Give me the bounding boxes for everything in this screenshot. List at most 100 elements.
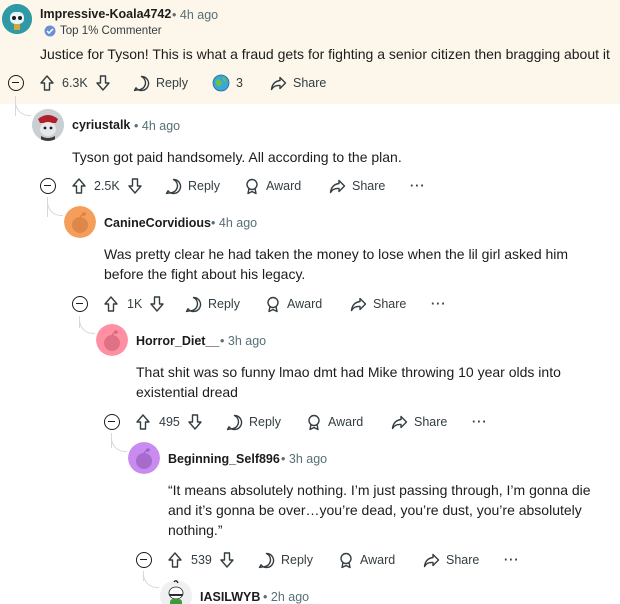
upvote-icon[interactable]	[40, 75, 54, 91]
avatar[interactable]	[96, 324, 128, 356]
comment-time: • 2h ago	[263, 590, 309, 604]
avatar[interactable]	[160, 580, 192, 604]
share-label: Share	[446, 553, 480, 567]
downvote-icon[interactable]	[150, 296, 164, 312]
timestamp: 3h ago	[227, 334, 267, 348]
vote-count: 539	[191, 553, 212, 567]
separator-dot: •	[263, 590, 268, 604]
downvote-icon[interactable]	[128, 178, 142, 194]
comment-body-line: That shit was so funny lmao dmt had Mike…	[136, 364, 561, 380]
upvote-icon[interactable]	[168, 552, 182, 568]
avatar[interactable]	[32, 109, 64, 141]
collapse-button[interactable]	[40, 178, 56, 194]
comment-author[interactable]: CanineCorvidious	[104, 216, 211, 230]
award-button[interactable]: 3	[211, 71, 243, 95]
thread-curve	[79, 318, 95, 334]
share-button[interactable]: Share	[350, 292, 406, 316]
upvote-icon[interactable]	[136, 414, 150, 430]
vote-group: 539	[168, 548, 234, 572]
reply-label: Reply	[156, 76, 188, 90]
award-icon	[308, 414, 320, 430]
more-options-icon: ···	[504, 553, 520, 567]
comment-author[interactable]: Impressive-Koala4742	[40, 7, 171, 21]
collapse-button[interactable]	[72, 296, 88, 312]
reply-button[interactable]: Reply	[165, 174, 220, 198]
timestamp: 4h ago	[179, 8, 219, 22]
flair-text: Top 1% Commenter	[60, 25, 162, 37]
share-button[interactable]: Share	[423, 548, 479, 572]
more-options-button[interactable]: ···	[504, 548, 520, 572]
award-button[interactable]: Award	[338, 548, 395, 572]
share-icon	[350, 297, 367, 311]
robot-avatar-icon	[2, 4, 32, 34]
downvote-icon[interactable]	[96, 75, 110, 91]
comment-body: That shit was so funny lmao dmt had Mike…	[136, 362, 561, 402]
comment-author[interactable]: Beginning_Self896	[168, 452, 280, 466]
reply-icon	[165, 178, 182, 194]
timestamp: 3h ago	[288, 452, 328, 466]
comment-body: Was pretty clear he had taken the money …	[104, 244, 568, 284]
upvote-icon[interactable]	[104, 296, 118, 312]
flair-badge-icon	[44, 25, 56, 37]
award-label: Award	[328, 415, 364, 429]
more-options-icon: ···	[431, 297, 447, 311]
separator-dot: •	[172, 8, 177, 22]
award-globe-icon	[212, 74, 230, 92]
comment-author[interactable]: Horror_Diet__	[136, 334, 219, 348]
comment-author[interactable]: IASILWYB	[200, 590, 260, 604]
award-button[interactable]: Award	[265, 292, 322, 316]
reply-button[interactable]: Reply	[185, 292, 240, 316]
more-options-button[interactable]: ···	[431, 292, 447, 316]
vote-count: 2.5K	[94, 179, 120, 193]
downvote-icon[interactable]	[220, 552, 234, 568]
snoo-avatar-icon	[96, 324, 128, 356]
thread-curve	[111, 436, 127, 452]
vote-count: 6.3K	[62, 76, 88, 90]
award-button[interactable]: Award	[244, 174, 301, 198]
share-button[interactable]: Share	[329, 174, 385, 198]
reply-button[interactable]: Reply	[226, 410, 281, 434]
reply-label: Reply	[281, 553, 313, 567]
vote-group: 495	[136, 410, 202, 434]
timestamp: 2h ago	[270, 590, 310, 604]
collapse-button[interactable]	[8, 75, 24, 91]
award-icon	[246, 178, 258, 194]
comment-body-line: existential dread	[136, 384, 238, 400]
share-icon	[391, 415, 408, 429]
comment-time: • 3h ago	[281, 452, 327, 466]
award-label: Award	[360, 553, 396, 567]
snoo-avatar-icon	[128, 442, 160, 474]
more-options-button[interactable]: ···	[410, 174, 426, 198]
collapse-button[interactable]	[136, 552, 152, 568]
award-button[interactable]: Award	[306, 410, 363, 434]
share-label: Share	[352, 179, 386, 193]
downvote-icon[interactable]	[188, 414, 202, 430]
avatar[interactable]	[64, 206, 96, 238]
comment-actions: 495 Reply Award Share ···	[0, 410, 620, 434]
more-options-icon: ···	[472, 415, 488, 429]
more-options-button[interactable]: ···	[472, 410, 488, 434]
reply-label: Reply	[188, 179, 220, 193]
vote-group: 1K	[104, 292, 164, 316]
upvote-icon[interactable]	[72, 178, 86, 194]
comment-time: • 4h ago	[134, 119, 180, 133]
share-label: Share	[414, 415, 448, 429]
collapse-button[interactable]	[104, 414, 120, 430]
award-icon	[340, 552, 352, 568]
share-button[interactable]: Share	[270, 71, 326, 95]
reply-label: Reply	[249, 415, 281, 429]
vote-count: 1K	[127, 297, 143, 311]
avatar[interactable]	[2, 4, 32, 34]
reply-button[interactable]: Reply	[258, 548, 313, 572]
comment-author[interactable]: cyriustalk	[72, 118, 130, 132]
vote-count: 495	[159, 415, 180, 429]
avatar[interactable]	[128, 442, 160, 474]
thread-curve	[15, 100, 31, 116]
share-button[interactable]: Share	[391, 410, 447, 434]
award-count: 3	[236, 76, 243, 90]
reply-button[interactable]: Reply	[133, 71, 188, 95]
user-flair: Top 1% Commenter	[44, 25, 162, 37]
vote-group: 2.5K	[72, 174, 142, 198]
separator-dot: •	[211, 216, 216, 230]
comment-actions: 6.3K Reply 3 Share	[0, 71, 620, 95]
